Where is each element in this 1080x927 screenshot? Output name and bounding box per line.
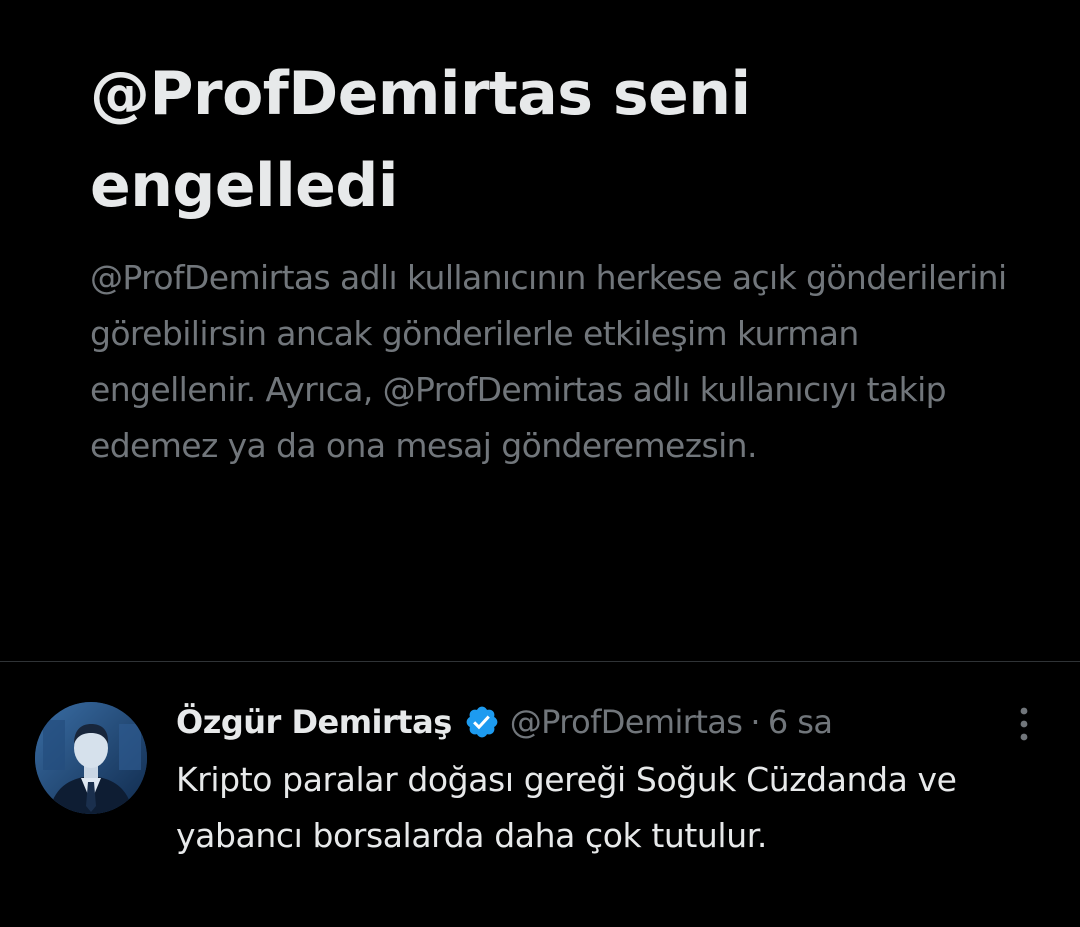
user-handle[interactable]: @ProfDemirtas [510,703,743,741]
avatar[interactable] [35,702,147,814]
tweet-text: Kripto paralar doğası gereği Soğuk Cüzda… [176,760,957,855]
blocked-description: @ProfDemirtas adlı kullanıcının herkese … [90,258,1007,465]
more-vertical-icon[interactable] [1006,706,1042,742]
tweet[interactable]: Özgür Demirtaş @ProfDemirtas · 6 sa Krip… [0,662,1080,927]
blocked-title: @ProfDemirtas seni engelledi [90,59,751,221]
separator-dot: · [750,703,760,741]
blocked-notice: @ProfDemirtas seni engelledi @ProfDemirt… [90,48,1030,474]
tweet-timestamp[interactable]: 6 sa [768,703,833,741]
tweet-header: Özgür Demirtaş @ProfDemirtas · 6 sa [176,698,833,746]
verified-badge-icon[interactable] [464,704,500,740]
display-name[interactable]: Özgür Demirtaş [176,703,452,741]
